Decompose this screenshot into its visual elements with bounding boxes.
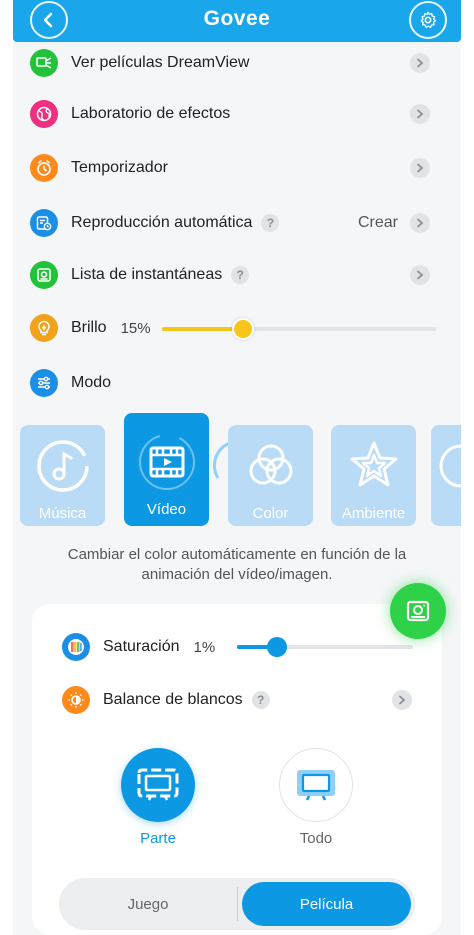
mode-label: Modo [71, 374, 112, 391]
tv-part-icon [137, 768, 179, 801]
area-option-todo[interactable] [279, 748, 353, 822]
globe-icon [30, 100, 58, 128]
menu-item-effects-lab[interactable]: Laboratorio de efectos [30, 96, 430, 132]
saturation-icon [62, 633, 90, 661]
menu-label: Temporizador [71, 159, 168, 176]
menu-label: Ver películas DreamView [71, 54, 250, 71]
help-icon[interactable]: ? [251, 691, 270, 709]
chevron-right-icon [410, 213, 430, 233]
area-option-label: Todo [299, 830, 333, 847]
tv-all-icon [297, 770, 335, 801]
clock-icon [30, 154, 58, 182]
scene-segmented-control: Juego Película [59, 878, 415, 930]
slider-fill [162, 327, 244, 331]
snapshot-icon [30, 261, 58, 289]
mode-card-color[interactable]: Color [228, 425, 313, 526]
slider-thumb[interactable] [267, 637, 287, 657]
menu-label: Lista de instantáneas [71, 266, 223, 283]
help-icon[interactable]: ? [261, 214, 280, 232]
music-icon [35, 437, 91, 495]
partial-mode-icon [431, 437, 461, 495]
saturation-slider[interactable] [237, 636, 413, 658]
area-option-parte[interactable] [121, 748, 195, 822]
help-icon[interactable]: ? [231, 266, 250, 284]
chevron-right-icon [410, 265, 430, 285]
menu-label: Reproducción automática [71, 214, 253, 231]
dreamview-icon [30, 49, 58, 77]
brightness-value: 15% [120, 319, 151, 337]
app-header: Govee [13, 0, 461, 42]
white-balance-label: Balance de blancos [103, 691, 243, 708]
mode-label: Ambiente [341, 505, 406, 522]
mode-description: Cambiar el color automáticamente en func… [67, 546, 407, 583]
slider-thumb[interactable] [232, 318, 255, 340]
camera-snapshot-icon [406, 600, 430, 622]
star-icon [346, 437, 402, 495]
brightness-slider[interactable] [162, 318, 436, 340]
color-rings-icon [243, 437, 299, 495]
mode-card-video[interactable]: Vídeo [124, 413, 209, 526]
mode-row: Modo [30, 365, 430, 401]
snapshot-fab[interactable] [390, 583, 446, 639]
mode-card-next[interactable] [431, 425, 461, 526]
saturation-value: 1% [193, 638, 216, 656]
segment-divider [237, 887, 238, 921]
segment-pelicula[interactable]: Película [242, 882, 411, 926]
schedule-icon [30, 209, 58, 237]
chevron-right-icon [392, 690, 412, 710]
menu-label: Laboratorio de efectos [71, 105, 231, 122]
mode-label: Color [252, 505, 289, 522]
chevron-right-icon [410, 158, 430, 178]
mode-card-music[interactable]: Música [20, 425, 105, 526]
white-balance-icon [62, 686, 90, 714]
menu-item-snapshots[interactable]: Lista de instantáneas ? [30, 257, 430, 293]
menu-item-timer[interactable]: Temporizador [30, 150, 430, 186]
mode-label: Música [38, 505, 87, 522]
segment-juego[interactable]: Juego [59, 878, 237, 930]
chevron-right-icon [410, 53, 430, 73]
mode-card-ambiente[interactable]: Ambiente [331, 425, 416, 526]
mode-label: Vídeo [146, 501, 187, 518]
app-logo: Govee [203, 7, 271, 30]
sliders-icon [30, 369, 58, 397]
create-link[interactable]: Crear [358, 214, 398, 232]
chevron-right-icon [410, 104, 430, 124]
menu-item-autoplay[interactable]: Reproducción automática ? Crear [30, 205, 430, 241]
area-option-label: Parte [140, 830, 176, 847]
bulb-icon [30, 314, 58, 342]
settings-button[interactable] [409, 1, 447, 39]
saturation-label: Saturación [103, 638, 180, 655]
gear-icon [420, 11, 437, 29]
brightness-label: Brillo [71, 319, 107, 336]
white-balance-row[interactable]: Balance de blancos ? [62, 682, 412, 718]
video-icon [131, 433, 203, 491]
menu-item-dreamview[interactable]: Ver películas DreamView [30, 45, 430, 81]
